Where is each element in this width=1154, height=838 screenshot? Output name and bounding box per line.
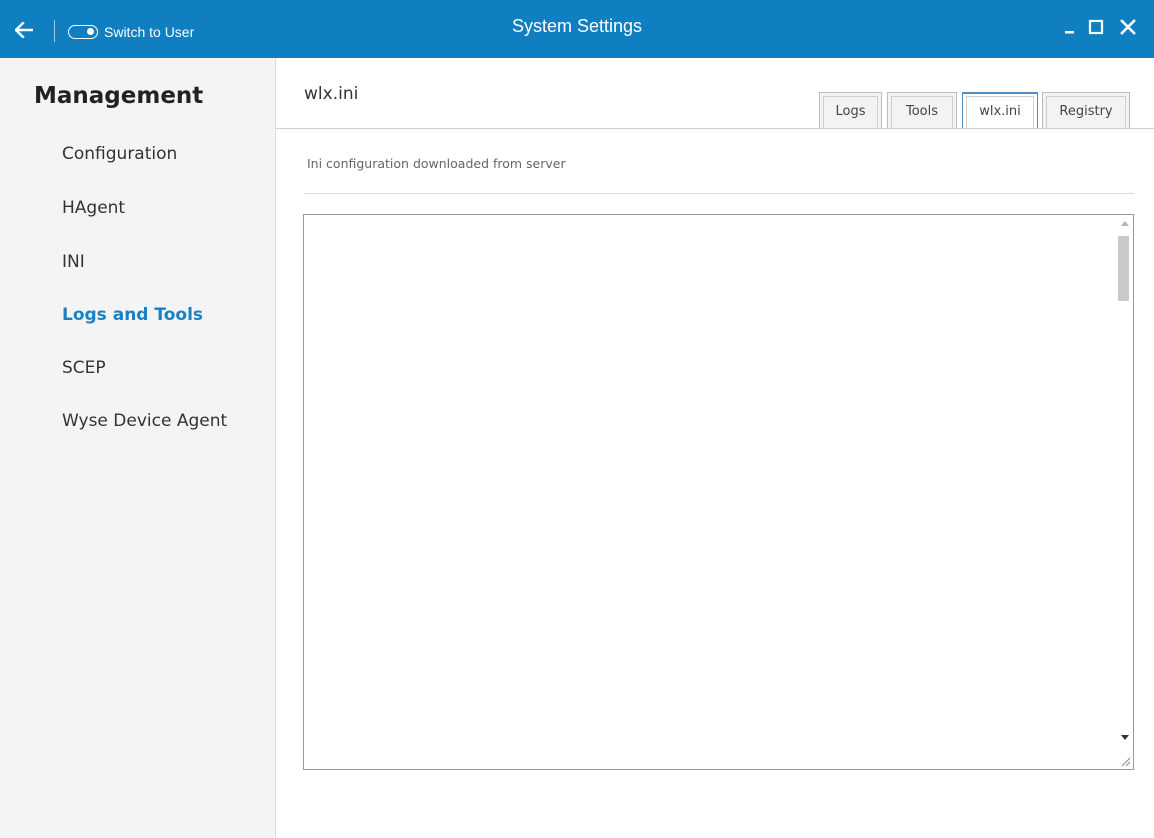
tab-registry[interactable]: Registry (1042, 92, 1130, 128)
vertical-scrollbar[interactable] (1115, 215, 1133, 769)
title-bar: Switch to User System Settings (0, 0, 1154, 58)
arrow-left-icon (15, 22, 33, 38)
sidebar-item-wyse-device-agent[interactable]: Wyse Device Agent (62, 411, 227, 431)
minimize-button[interactable] (1057, 14, 1083, 40)
sidebar-item-configuration[interactable]: Configuration (62, 144, 177, 164)
tab-logs[interactable]: Logs (819, 92, 882, 128)
tab-label: Registry (1059, 104, 1113, 119)
page-title: wlx.ini (304, 84, 359, 104)
sidebar-item-scep[interactable]: SCEP (62, 358, 106, 378)
sidebar-item-logs-and-tools[interactable]: Logs and Tools (62, 305, 203, 325)
maximize-button[interactable] (1083, 14, 1109, 40)
tabs-divider (276, 128, 1154, 129)
tab-label: wlx.ini (979, 104, 1021, 119)
tab-wlx-ini[interactable]: wlx.ini (962, 92, 1038, 128)
close-button[interactable] (1115, 14, 1141, 40)
scroll-thumb[interactable] (1118, 236, 1129, 301)
tab-label: Logs (835, 104, 866, 119)
switch-to-user-toggle[interactable]: Switch to User (68, 22, 194, 42)
resize-grip-icon[interactable] (1119, 755, 1131, 767)
minimize-icon (1065, 31, 1074, 34)
title-divider (54, 20, 55, 42)
sidebar-item-ini[interactable]: INI (62, 252, 85, 272)
close-icon (1120, 19, 1136, 35)
tab-tools[interactable]: Tools (887, 92, 957, 128)
sidebar-title: Management (34, 83, 204, 109)
toggle-icon (68, 25, 98, 39)
ini-config-textarea[interactable] (303, 214, 1134, 770)
switch-to-user-label: Switch to User (104, 24, 195, 40)
back-button[interactable] (12, 18, 36, 42)
section-description: Ini configuration downloaded from server (307, 156, 566, 171)
scroll-down-arrow-icon[interactable] (1121, 735, 1129, 740)
sidebar-item-hagent[interactable]: HAgent (62, 198, 125, 218)
sidebar: Management Configuration HAgent INI Logs… (0, 58, 276, 838)
tab-label: Tools (905, 104, 939, 119)
scroll-up-arrow-icon[interactable] (1121, 221, 1129, 226)
maximize-icon (1088, 19, 1104, 35)
section-divider (304, 193, 1134, 194)
